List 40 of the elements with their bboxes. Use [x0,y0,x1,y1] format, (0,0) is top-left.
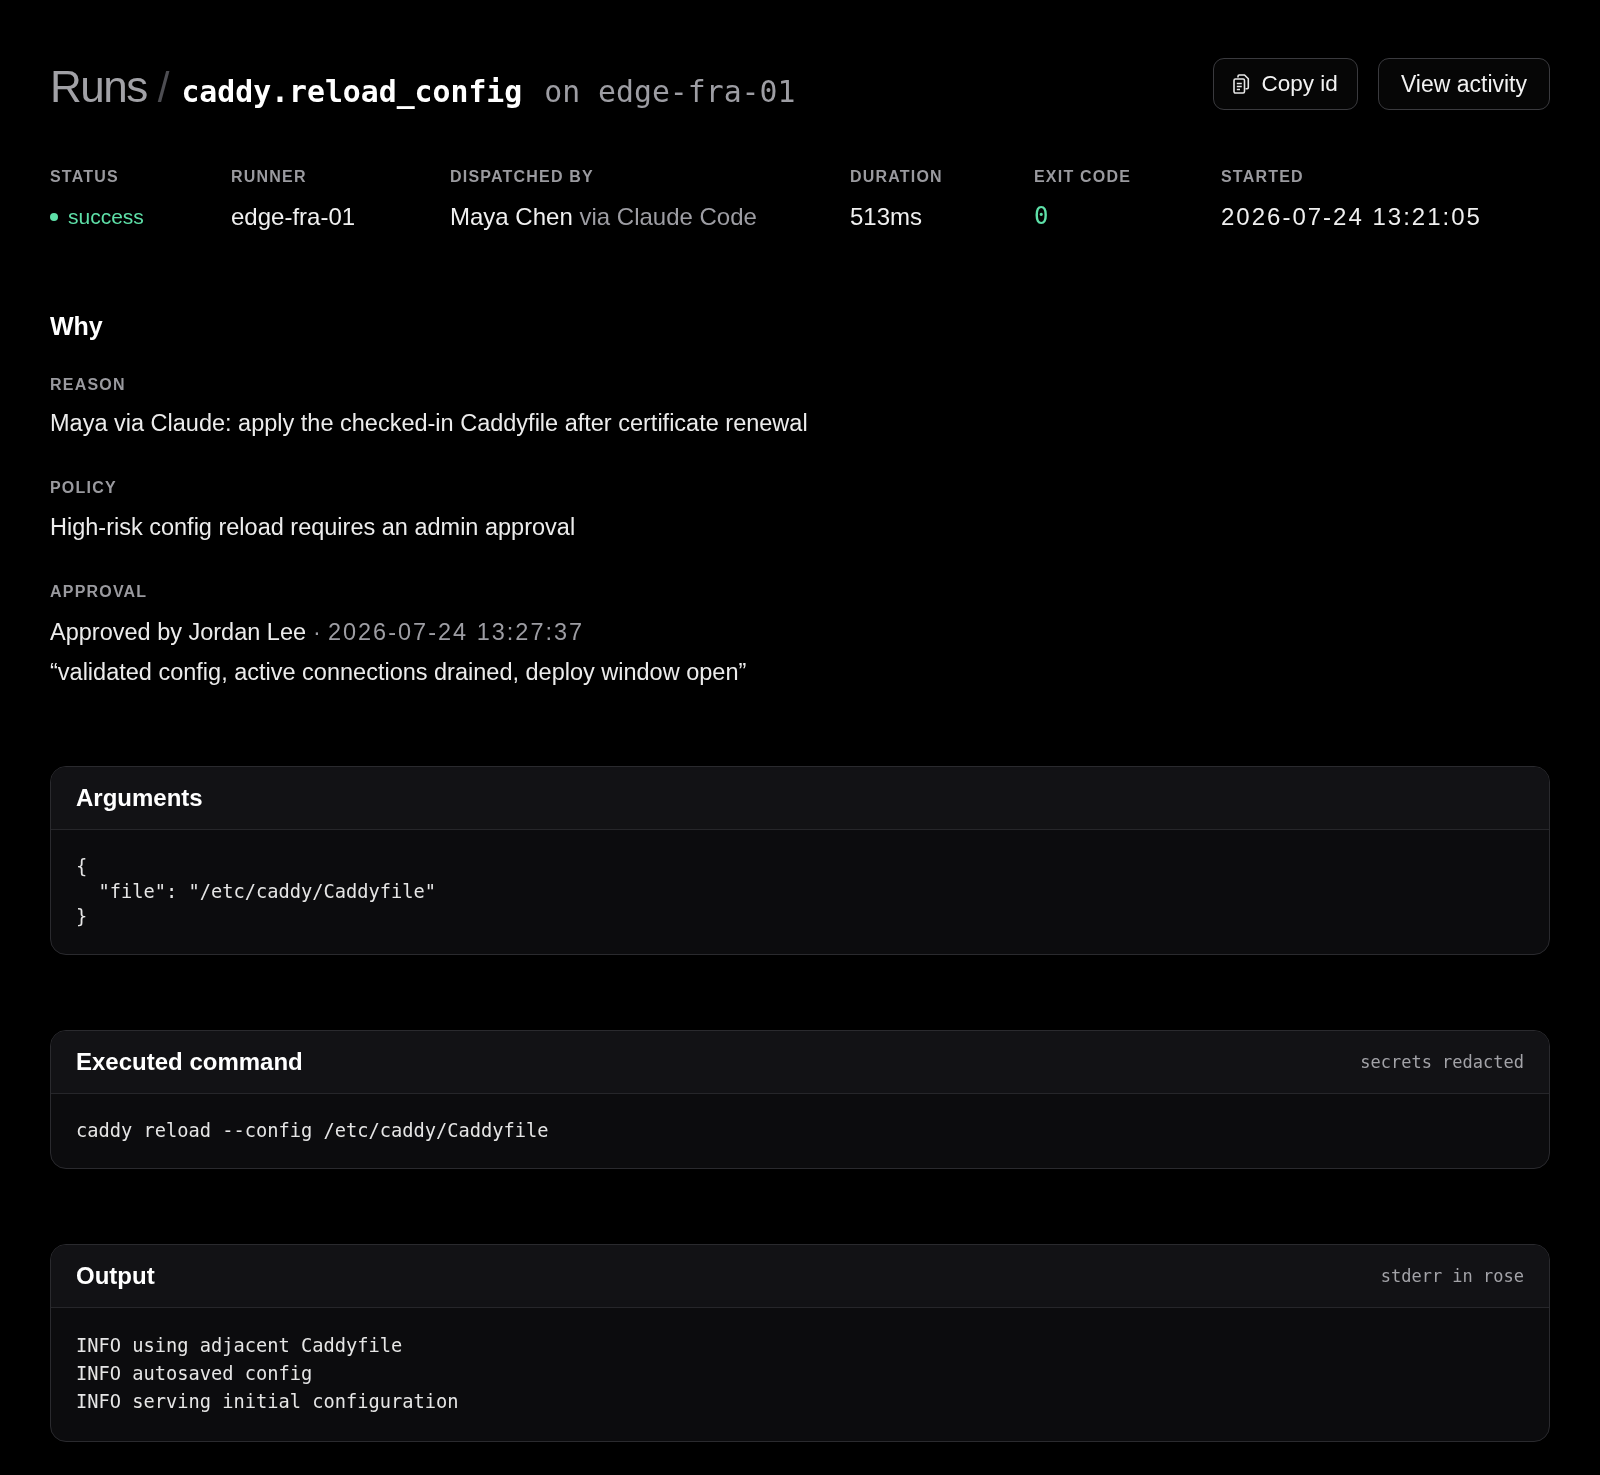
log-line: INFO using adjacent Caddyfile [76,1335,403,1356]
meta-label: STARTED [1221,168,1304,185]
approval-comment: “validated config, active connections drained, deploy window open” [50,659,747,685]
log-line: INFO serving initial configuration [76,1391,459,1412]
runs-link[interactable]: Runs [50,65,147,109]
dispatch-via-text: via Claude Code [579,202,757,231]
separator-text: · [313,618,321,646]
meta-label: RUNNER [231,168,307,185]
breadcrumb-separator: / [157,67,170,109]
meta-label: EXIT CODE [1034,168,1132,185]
log-line: INFO autosaved config [76,1363,313,1384]
action-name: caddy.reload_config [181,77,523,107]
section-heading: Why [50,312,103,340]
approval-time: 2026-07-24 13:27:37 [327,618,585,646]
meta-value: edge-fra-01 [231,202,356,231]
meta-value: 513ms [850,202,923,231]
meta-label: STATUS [50,168,119,185]
host-text: on edge-fra-01 [544,77,796,107]
panel-title: Executed command [76,1047,303,1077]
command-text: caddy reload --config /etc/caddy/Caddyfile [76,1120,549,1141]
exit-code-value: 0 [1034,202,1049,231]
field-label: POLICY [50,479,117,496]
copy-icon [1232,74,1250,94]
panel-note: stderr in rose [1380,1265,1524,1287]
json-code-text: { "file": "/etc/caddy/Caddyfile" } [76,856,437,927]
panel-note: secrets redacted [1360,1051,1524,1073]
panel-title: Arguments [76,783,203,813]
copy-id-button[interactable]: Copy id [1212,58,1358,110]
dispatcher-name: Maya Chen [450,202,573,231]
approver-text: Approved by Jordan Lee [50,618,307,646]
panel-title: Output [76,1261,155,1291]
field-value: Maya via Claude: apply the checked-in Caddyfile after certificate renewal [50,410,808,436]
timestamp-value: 2026-07-24 13:21:05 [1221,202,1482,231]
field-label: REASON [50,376,126,393]
view-activity-button[interactable]: View activity [1377,58,1550,110]
status-text: success [68,204,144,230]
field-value: High-risk config reload requires an admin approval [50,514,576,540]
meta-label: DURATION [850,168,943,185]
field-label: APPROVAL [50,583,148,600]
meta-label: DISPATCHED BY [450,168,594,185]
